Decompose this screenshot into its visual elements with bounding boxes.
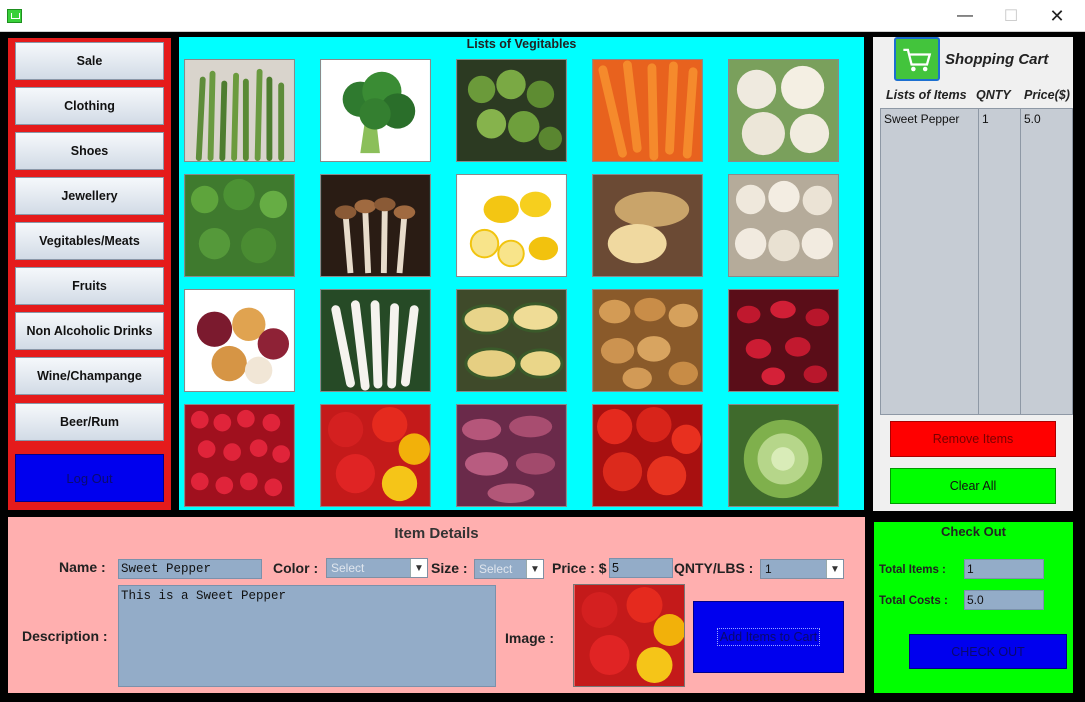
size-label: Size : [431, 560, 468, 576]
cart-items-list[interactable]: Sweet Pepper [881, 109, 979, 414]
add-items-to-cart-button[interactable]: Add Items to Cart [693, 601, 844, 673]
category-menu: Sale Clothing Shoes Jewellery Vegitables… [8, 38, 171, 510]
description-textarea[interactable]: This is a Sweet Pepper [118, 585, 496, 687]
shopping-cart-title: Shopping Cart [945, 51, 1049, 68]
price-label: Price : $ [552, 560, 607, 576]
item-image-preview [573, 584, 685, 687]
name-field[interactable]: Sweet Pepper [118, 559, 262, 579]
product-ginger[interactable] [592, 174, 703, 277]
chevron-down-icon: ▼ [826, 560, 843, 578]
logout-button[interactable]: Log Out [15, 454, 164, 502]
chevron-down-icon: ▼ [526, 560, 543, 578]
menu-non-alcoholic-drinks-button[interactable]: Non Alcoholic Drinks [15, 312, 164, 350]
product-grid-panel: Lists of Vegitables [179, 37, 864, 510]
product-tomatoes[interactable] [592, 404, 703, 507]
product-radishes[interactable] [184, 404, 295, 507]
cart-col-qnty-header: QNTY [976, 88, 1011, 102]
menu-vegitables-meats-button[interactable]: Vegitables/Meats [15, 222, 164, 260]
total-costs-label: Total Costs : [879, 595, 948, 607]
size-select-value: Select [479, 562, 513, 576]
product-squash[interactable] [456, 289, 567, 392]
cart-price-list[interactable]: 5.0 [1021, 109, 1072, 414]
menu-beer-rum-button[interactable]: Beer/Rum [15, 403, 164, 441]
product-cabbage[interactable] [728, 404, 839, 507]
total-items-label: Total Items : [879, 564, 946, 576]
cart-item-price[interactable]: 5.0 [1024, 112, 1069, 126]
cart-col-price-header: Price($) [1024, 88, 1070, 102]
color-select[interactable]: Select ▼ [326, 558, 428, 578]
size-select[interactable]: Select ▼ [474, 559, 544, 579]
product-onions[interactable] [184, 289, 295, 392]
product-sweet-pepper[interactable] [320, 404, 431, 507]
color-label: Color : [273, 560, 319, 576]
cart-col-items-header: Lists of Items [886, 88, 967, 102]
total-items-field[interactable]: 1 [964, 559, 1044, 579]
menu-sale-button[interactable]: Sale [15, 42, 164, 80]
qnty-select[interactable]: 1 ▼ [760, 559, 844, 579]
close-button[interactable]: ✕ [1034, 0, 1080, 32]
app-cart-icon [7, 9, 22, 23]
checkout-panel: Check Out Total Items : 1 Total Costs : … [874, 522, 1073, 693]
cart-table[interactable]: Sweet Pepper 1 5.0 [880, 108, 1073, 415]
maximize-button[interactable]: ☐ [988, 0, 1034, 32]
product-garlic[interactable] [728, 174, 839, 277]
clear-all-button[interactable]: Clear All [890, 468, 1056, 504]
product-potatoes[interactable] [592, 289, 703, 392]
menu-wine-champange-button[interactable]: Wine/Champange [15, 357, 164, 395]
minimize-button[interactable]: — [942, 0, 988, 32]
product-asparagus[interactable] [184, 59, 295, 162]
menu-shoes-button[interactable]: Shoes [15, 132, 164, 170]
name-label: Name : [59, 559, 106, 575]
cart-item-name[interactable]: Sweet Pepper [884, 112, 975, 126]
check-out-button[interactable]: CHECK OUT [909, 634, 1067, 669]
add-items-to-cart-label: Add Items to Cart [716, 628, 821, 646]
product-lemons[interactable] [456, 174, 567, 277]
product-carrots[interactable] [592, 59, 703, 162]
chevron-down-icon: ▼ [410, 559, 427, 577]
item-details-title: Item Details [394, 525, 479, 542]
color-select-value: Select [331, 561, 365, 575]
qnty-lbs-label: QNTY/LBS : [674, 560, 754, 576]
title-bar: — ☐ ✕ [0, 0, 1085, 32]
qnty-select-value: 1 [765, 562, 772, 576]
shopping-cart-icon [894, 37, 940, 81]
product-sweet-potatoes[interactable] [456, 404, 567, 507]
remove-items-button[interactable]: Remove Items [890, 421, 1056, 457]
product-red-chilli[interactable] [728, 289, 839, 392]
item-details-panel: Item Details Name : Sweet Pepper Color :… [8, 517, 865, 693]
product-white-radish[interactable] [320, 289, 431, 392]
shopping-cart-panel: Shopping Cart Lists of Items QNTY Price(… [873, 37, 1073, 511]
image-label: Image : [505, 630, 555, 646]
product-broccoli[interactable] [320, 59, 431, 162]
menu-jewellery-button[interactable]: Jewellery [15, 177, 164, 215]
description-label: Description : [22, 628, 108, 644]
cart-qnty-list[interactable]: 1 [979, 109, 1021, 414]
product-mushrooms[interactable] [320, 174, 431, 277]
menu-fruits-button[interactable]: Fruits [15, 267, 164, 305]
product-cauliflower[interactable] [728, 59, 839, 162]
product-brussels-sprouts[interactable] [456, 59, 567, 162]
product-grid-title: Lists of Vegitables [466, 37, 577, 51]
menu-clothing-button[interactable]: Clothing [15, 87, 164, 125]
checkout-title: Check Out [940, 524, 1006, 539]
product-coriander[interactable] [184, 174, 295, 277]
price-field[interactable]: 5 [609, 558, 673, 578]
total-costs-field[interactable]: 5.0 [964, 590, 1044, 610]
cart-item-qnty[interactable]: 1 [982, 112, 1017, 126]
